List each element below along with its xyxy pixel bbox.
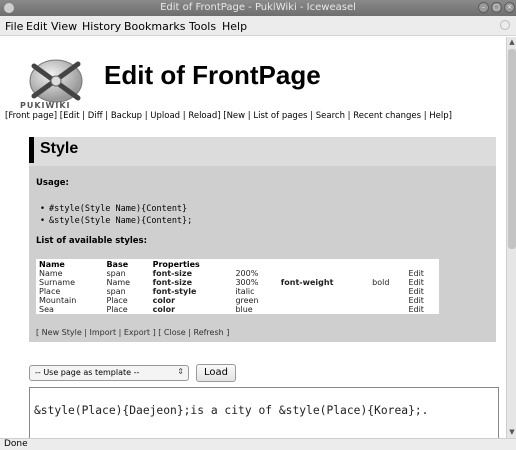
menu-bookmarks[interactable]: Bookmarks [124,20,185,33]
menu-file[interactable]: File [5,20,23,33]
menu-view[interactable]: View [51,20,77,33]
close-icon[interactable]: × [504,2,515,13]
status-text: Done [4,439,28,449]
template-select[interactable]: -- Use page as template -- ⇕ [29,365,189,381]
throbber-icon [500,20,510,30]
edit-link[interactable]: Edit [405,296,439,305]
load-button[interactable]: Load [196,364,236,382]
scroll-up-icon[interactable]: ▲ [508,38,516,47]
menu-history[interactable]: History [82,20,121,33]
styles-table-header: Name Base Properties [36,259,439,269]
table-row: Name span font-size 200% Edit [36,269,439,278]
style-panel-header: Style [29,137,496,163]
menu-tools[interactable]: Tools [189,20,216,33]
edit-link[interactable]: Edit [405,278,439,287]
edit-link[interactable]: Edit [405,305,439,314]
edit-textarea-content: &style(Place){Daejeon};is a city of &sty… [34,404,429,417]
edit-link[interactable]: Edit [405,269,439,278]
styles-list-label: List of available styles: [36,236,148,246]
page-title: Edit of FrontPage [104,60,321,90]
scrollbar-thumb[interactable] [508,49,516,249]
minimize-icon[interactable]: – [478,2,489,13]
usage-line-inline: &style(Style Name){Content}; [40,216,192,226]
maximize-icon[interactable]: □ [491,2,502,13]
style-panel: Style Usage: #style(Style Name){Content}… [29,137,496,342]
table-row: Surname Name font-size 300% font-weight … [36,278,439,287]
edit-textarea[interactable]: &style(Place){Daejeon};is a city of &sty… [29,387,499,438]
wiki-nav-bar[interactable]: [Front page] [Edit | Diff | Backup | Upl… [5,111,452,121]
usage-label: Usage: [36,178,69,188]
column-name: Name [39,259,65,269]
window-titlebar: Edit of FrontPage - PukiWiki - Iceweasel… [0,0,516,16]
table-row: Place span font-style italic Edit [36,287,439,296]
menu-bar: File Edit View History Bookmarks Tools H… [0,16,516,36]
select-arrows-icon: ⇕ [177,367,184,376]
scroll-down-icon[interactable]: ▼ [508,428,516,437]
vertical-scrollbar[interactable]: ▲ ▼ [506,37,516,438]
menu-edit[interactable]: Edit [26,20,47,33]
styles-footer-nav[interactable]: [ New Style | Import | Export ] [ Close … [36,328,229,337]
table-row: Sea Place color blue Edit [36,305,439,314]
status-bar: Done [0,438,516,450]
style-panel-body: Usage: #style(Style Name){Content} &styl… [29,166,496,342]
table-row: Mountain Place color green Edit [36,296,439,305]
usage-line-block: #style(Style Name){Content} [40,204,187,214]
menu-help[interactable]: Help [222,20,247,33]
template-select-value: -- Use page as template -- [35,368,140,377]
pukiwiki-logo [29,59,83,103]
page-viewport: PUKIWIKI Edit of FrontPage [Front page] … [0,37,506,438]
styles-table: Name Base Properties Name span font-size… [36,259,439,314]
style-panel-title: Style [40,140,79,157]
window-title: Edit of FrontPage - PukiWiki - Iceweasel [160,2,356,13]
logo-text: PUKIWIKI [20,101,71,110]
edit-link[interactable]: Edit [405,287,439,296]
column-base: Base [106,259,129,269]
column-properties: Properties [152,259,200,269]
